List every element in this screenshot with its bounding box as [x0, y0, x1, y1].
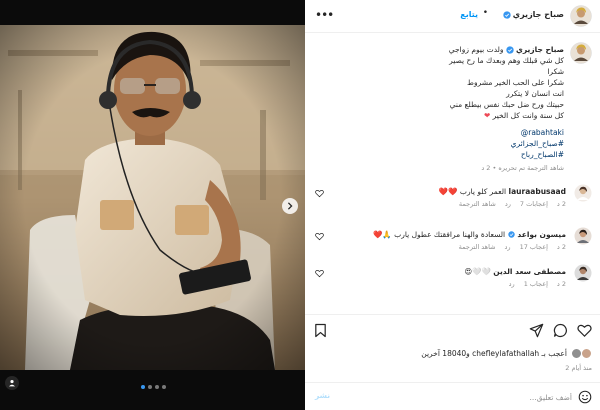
verified-icon	[503, 10, 511, 19]
comment-age: 2 د	[556, 243, 566, 251]
carousel-dot	[155, 385, 159, 389]
caption-mention-link[interactable]: @rabahtaki	[319, 127, 564, 138]
heart-icon[interactable]	[577, 323, 592, 338]
carousel-dot	[141, 385, 145, 389]
caption-hashtag-link[interactable]: #الصباح_رباح	[319, 149, 564, 160]
heart-icon[interactable]	[315, 189, 324, 198]
caption-line: كل شي قبلك وهم وبعدك ما رح يصير	[449, 56, 564, 65]
post-action-bar	[305, 314, 600, 346]
comment-body: العمر كلو يارب ❤️❤️	[438, 187, 507, 196]
likes-text: أعجب بـ chefleylafathallah و18040 آخرين	[421, 348, 567, 358]
carousel-indicator	[141, 385, 166, 389]
post-side-panel: صباح جازيري • يتابع ••• صباح جازيري ولدت…	[305, 0, 600, 410]
author-name-link[interactable]: صباح جازيري	[503, 10, 564, 19]
share-icon[interactable]	[529, 323, 544, 338]
caption-username: صباح جازيري	[515, 45, 564, 54]
comment-item: lauraabusaad العمر كلو يارب ❤️❤️ 2 د إعج…	[312, 184, 592, 214]
add-comment-bar: نشر	[305, 382, 600, 410]
commenter-avatar[interactable]	[574, 184, 592, 202]
chevron-right-icon	[287, 202, 293, 210]
post-photo-panel	[0, 0, 305, 410]
commenter-avatar[interactable]	[574, 227, 592, 245]
save-icon[interactable]	[313, 323, 328, 338]
verified-icon	[508, 231, 515, 238]
verified-icon	[506, 45, 514, 54]
follow-button[interactable]: يتابع	[460, 10, 478, 19]
comment-reply-button[interactable]: رد	[509, 280, 515, 288]
author-name: صباح جازيري	[512, 10, 564, 19]
tag-users-icon	[8, 379, 16, 387]
author-avatar[interactable]	[570, 5, 592, 27]
comment-text: lauraabusaad العمر كلو يارب ❤️❤️	[439, 186, 566, 197]
more-options-icon[interactable]: •••	[315, 8, 334, 22]
comment-item: ميسون بواعد السعادة والهنا مرافقتك عطول …	[312, 227, 592, 257]
comment-meta: 2 د إعجاب 17 رد شاهد الترجمة	[459, 243, 566, 251]
comment-age: 2 د	[556, 200, 566, 208]
comment-username[interactable]: lauraabusaad	[509, 187, 566, 196]
heart-icon[interactable]	[315, 269, 324, 278]
caption-line: شكرا	[547, 67, 564, 76]
carousel-dot	[162, 385, 166, 389]
comment-body: السعادة والهنا مرافقتك عطول يارب 🙏❤️	[373, 230, 506, 239]
emoji-icon[interactable]	[578, 390, 592, 404]
caption-avatar[interactable]	[570, 42, 592, 64]
comments-scroll-area[interactable]: صباح جازيري ولدت بيوم زواجي كل شي قبلك و…	[305, 34, 600, 314]
comment-text: ميسون بواعد السعادة والهنا مرافقتك عطول …	[373, 229, 566, 240]
comment-text: مصطفى سعد الدين 🤍🤍😍	[464, 266, 566, 277]
comment-age: 2 د	[556, 280, 566, 288]
comment-translate-button[interactable]: شاهد الترجمة	[459, 243, 496, 251]
comment-input[interactable]	[352, 389, 572, 405]
comment-meta: 2 د إعجاب 1 رد	[509, 280, 566, 288]
comment-reply-button[interactable]: رد	[505, 200, 511, 208]
comment-likes-count[interactable]: إعجاب 17	[520, 243, 548, 251]
caption-line: كل سنة وانت كل الخير	[492, 111, 564, 120]
post-photo	[0, 0, 305, 410]
comment-likes-count[interactable]: إعجاب 1	[524, 280, 548, 288]
comment-username[interactable]: مصطفى سعد الدين	[493, 267, 566, 276]
heart-icon[interactable]	[315, 232, 324, 241]
post-header: صباح جازيري • يتابع •••	[305, 0, 600, 33]
heart-emoji: ❤	[483, 111, 491, 120]
likes-summary[interactable]: أعجب بـ chefleylafathallah و18040 آخرين	[421, 346, 592, 360]
liker-avatar	[581, 347, 592, 359]
carousel-dot	[148, 385, 152, 389]
comment-translate-button[interactable]: شاهد الترجمة	[459, 200, 496, 208]
liker-avatar	[571, 347, 582, 359]
carousel-next-button[interactable]	[282, 198, 298, 214]
caption-line: ولدت بيوم زواجي	[448, 45, 504, 54]
comment-meta: 2 د إعجابات 7 رد شاهد الترجمة	[459, 200, 566, 208]
comment-reply-button[interactable]: رد	[505, 243, 511, 251]
caption-line: شكرا على الحب الخير مشروط	[467, 78, 564, 87]
caption-username-link[interactable]: صباح جازيري	[506, 44, 564, 55]
comment-body: 🤍🤍😍	[464, 267, 491, 276]
post-comment-button[interactable]: نشر	[315, 391, 330, 400]
post-timestamp[interactable]: منذ أيام 2	[565, 364, 592, 372]
comment-username[interactable]: ميسون بواعد	[505, 230, 566, 239]
caption-meta[interactable]: شاهد الترجمة تم تحريره • 2 د	[319, 163, 564, 174]
header-separator: •	[482, 8, 488, 18]
comment-icon[interactable]	[553, 323, 568, 338]
caption-line: انت انسان لا يتكرر	[506, 89, 564, 98]
comment-likes-count[interactable]: إعجابات 7	[520, 200, 548, 208]
tag-users-button[interactable]	[5, 376, 19, 390]
commenter-avatar[interactable]	[574, 264, 592, 282]
caption-line: حبيتك ورح ضل حبك نفس بيطلع مني	[449, 100, 564, 109]
caption-hashtag-link[interactable]: #صباح_الجزائري	[319, 138, 564, 149]
comment-item: مصطفى سعد الدين 🤍🤍😍 2 د إعجاب 1 رد	[312, 264, 592, 294]
comment-username-text: ميسون بواعد	[517, 230, 566, 239]
caption-body: صباح جازيري ولدت بيوم زواجي كل شي قبلك و…	[319, 44, 564, 174]
